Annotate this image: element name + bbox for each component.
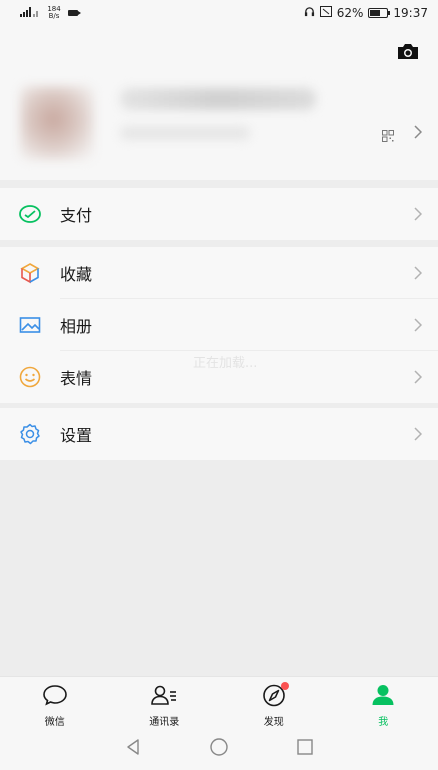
menu-item-settings[interactable]: 设置 [0,408,438,460]
net-speed: 184 B/s [47,5,61,20]
chevron-right-icon [414,318,422,332]
collection-section: 收藏 相册 表情 [0,247,438,403]
camera-icon[interactable] [396,41,420,61]
menu-item-label: 设置 [60,426,93,445]
chat-bubble-icon [41,683,69,711]
system-nav-bar [0,728,438,770]
gear-icon [18,422,42,446]
chevron-right-icon [414,370,422,384]
profile-name-blurred [120,88,316,110]
tab-discover[interactable]: 发现 [219,677,329,728]
recents-icon[interactable] [296,738,314,760]
back-icon[interactable] [124,738,142,760]
chevron-right-icon [414,266,422,280]
chevron-right-icon [414,124,423,143]
bottom-tab-bar: 微信 通讯录 发现 我 [0,676,438,728]
status-bar: 184 B/s 62% 19:37 [0,0,438,26]
menu-item-label: 收藏 [60,265,93,284]
settings-section: 设置 [0,408,438,460]
tab-chats[interactable]: 微信 [0,677,110,728]
smiley-icon [18,365,42,389]
menu-item-album[interactable]: 相册 [0,299,438,351]
clock: 19:37 [393,6,428,20]
video-recording-icon [68,10,81,16]
cube-icon [18,261,42,285]
notification-badge [281,682,289,690]
tab-label: 发现 [263,717,284,728]
profile-header[interactable] [0,26,438,180]
contacts-icon [149,683,179,711]
menu-item-label: 支付 [60,206,93,225]
tab-label: 我 [378,717,389,728]
tab-label: 微信 [44,717,65,728]
signal-icon [20,7,40,19]
nfc-icon [319,6,332,20]
avatar[interactable] [20,86,94,160]
person-icon [369,683,397,711]
tab-me[interactable]: 我 [329,677,438,728]
menu-item-pay[interactable]: 支付 [0,188,438,240]
wechat-id-blurred [120,126,250,140]
chevron-right-icon [414,427,422,441]
tab-label: 通讯录 [149,717,180,728]
battery-percent: 62% [336,6,364,20]
menu-item-label: 相册 [60,317,93,336]
headphones-icon [304,6,315,20]
wallet-icon [18,202,42,226]
loading-indicator: 正在加载... [193,356,258,371]
chevron-right-icon [414,207,422,221]
pay-section: 支付 [0,188,438,240]
menu-item-favorites[interactable]: 收藏 [0,247,438,299]
home-icon[interactable] [209,737,229,761]
menu-item-label: 表情 [60,369,93,388]
tab-contacts[interactable]: 通讯录 [110,677,220,728]
battery-icon [368,8,391,18]
qr-code-icon[interactable] [382,127,394,142]
image-icon [18,313,42,337]
